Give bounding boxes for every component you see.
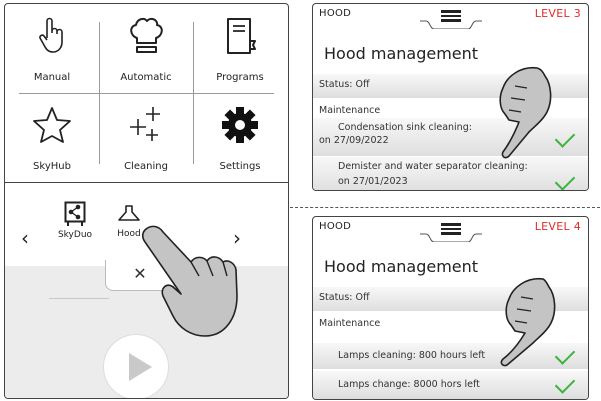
header-title: HOOD [319, 8, 352, 19]
main-menu-grid: Manual Automatic Programs SkyHub Cleanin… [5, 4, 288, 183]
hamburger-icon [440, 223, 461, 226]
programs-tile[interactable]: Programs [193, 4, 287, 93]
settings-tile[interactable]: Settings [193, 93, 287, 182]
check-icon [554, 170, 576, 190]
pointing-hand-illustration [500, 277, 556, 367]
oven-home-screen: Manual Automatic Programs SkyHub Cleanin… [4, 3, 289, 399]
pointing-hand-illustration [499, 66, 552, 159]
tile-label: Cleaning [124, 161, 168, 172]
screen-header: HOOD LEVEL 3 [313, 4, 588, 29]
hood-screen-level-3: HOOD LEVEL 3 Hood management Status: Off… [312, 3, 589, 191]
check-icon [554, 373, 576, 394]
maintenance-item[interactable]: Lamps change: 8000 hors left [313, 371, 588, 399]
pointing-hand-illustration [141, 225, 238, 337]
header-title: HOOD [319, 221, 352, 232]
divider [49, 298, 109, 299]
skyduo-item[interactable]: SkyDuo [53, 201, 97, 240]
book-icon [227, 18, 256, 54]
gear-icon [222, 107, 258, 143]
automatic-tile[interactable]: Automatic [99, 4, 193, 93]
level-label: LEVEL 3 [534, 7, 581, 20]
star-icon [33, 107, 71, 143]
skyduo-icon [64, 201, 86, 226]
menu-tab[interactable] [419, 220, 482, 242]
menu-tab[interactable] [419, 7, 482, 29]
carousel-prev-button[interactable]: ‹ [21, 226, 29, 250]
hamburger-icon [440, 10, 461, 13]
chef-hat-icon [130, 17, 163, 53]
page-title: Hood management [324, 44, 479, 63]
hand-icon [39, 17, 63, 53]
skyduo-label: SkyDuo [57, 230, 93, 240]
tile-label: Automatic [120, 72, 172, 83]
sparkle-icon [130, 107, 160, 141]
maintenance-item[interactable]: Demister and water separator cleaning: o… [313, 157, 588, 190]
cleaning-tile[interactable]: Cleaning [99, 93, 193, 182]
level-label: LEVEL 4 [534, 220, 581, 233]
hood-screen-level-4: HOOD LEVEL 4 Hood management Status: Off… [312, 216, 589, 400]
skyhub-tile[interactable]: SkyHub [5, 93, 99, 182]
screen-header: HOOD LEVEL 4 [313, 217, 588, 242]
separator-dashed-line [290, 207, 600, 208]
tile-label: Manual [33, 72, 71, 83]
tile-label: Settings [219, 161, 261, 172]
tile-label: SkyHub [33, 161, 71, 172]
manual-tile[interactable]: Manual [5, 4, 99, 93]
tile-label: Programs [216, 72, 264, 83]
page-title: Hood management [324, 257, 479, 276]
